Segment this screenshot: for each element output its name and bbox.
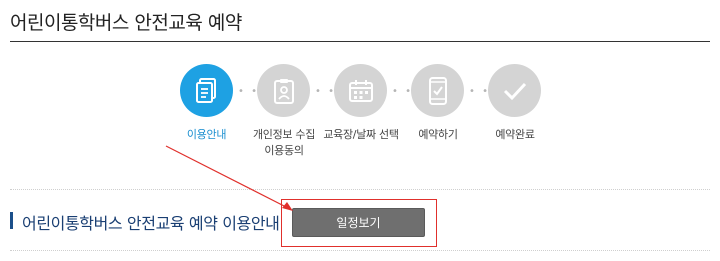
annotation-arrow [165, 145, 293, 211]
